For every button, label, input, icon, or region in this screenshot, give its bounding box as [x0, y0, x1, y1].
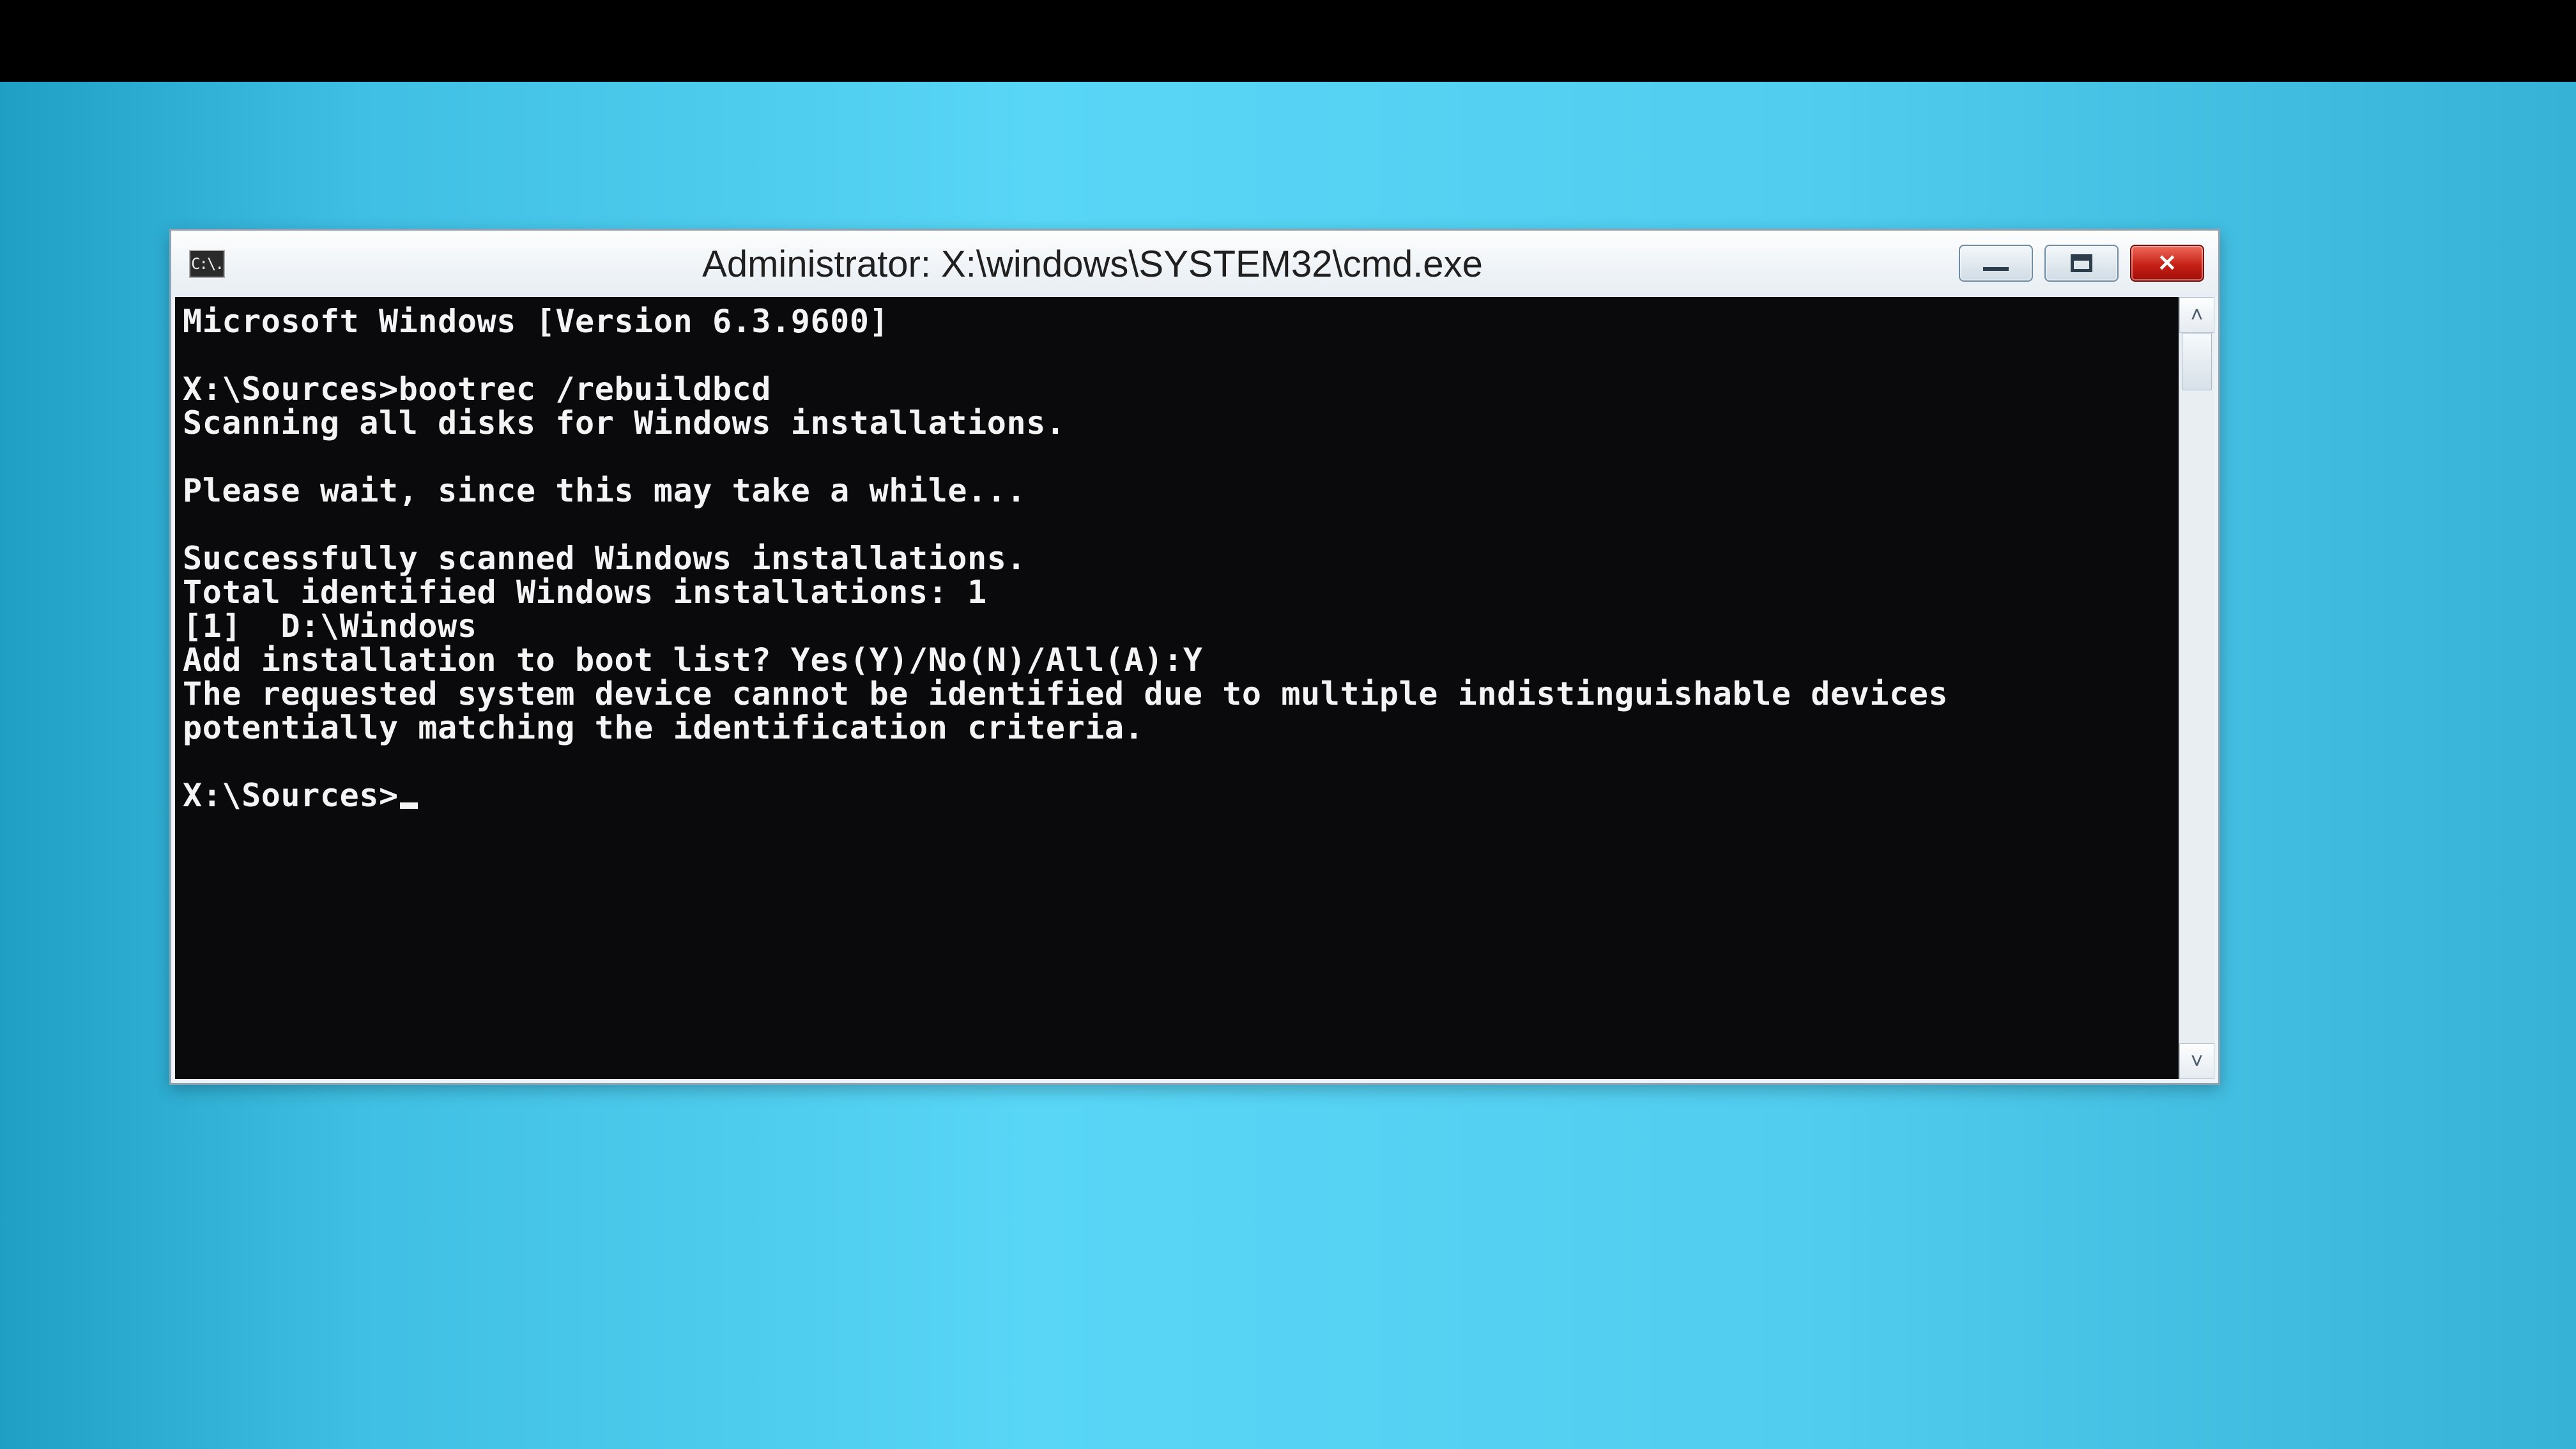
cmd-window: C:\. Administrator: X:\windows\SYSTEM32\…: [169, 229, 2220, 1085]
scrollbar-thumb[interactable]: [2182, 333, 2212, 390]
line-scan: Scanning all disks for Windows installat…: [183, 404, 1066, 441]
close-icon: ✕: [2158, 250, 2177, 277]
scroll-down-button[interactable]: ˅: [2179, 1043, 2214, 1079]
monitor-bezel: C:\. Administrator: X:\windows\SYSTEM32\…: [0, 0, 2576, 1449]
cursor-icon: [400, 802, 418, 809]
line-total: Total identified Windows installations: …: [183, 574, 987, 611]
line-entry: [1] D:\Windows: [183, 608, 477, 645]
line-wait: Please wait, since this may take a while…: [183, 472, 1026, 509]
line-ask: Add installation to boot list? Yes(Y)/No…: [183, 641, 1203, 678]
cmd-icon: C:\.: [189, 250, 225, 278]
line-prompt1: X:\Sources>: [183, 371, 399, 408]
maximize-icon: [2071, 254, 2092, 272]
line-error: The requested system device cannot be id…: [183, 675, 1968, 746]
caption-buttons: ✕: [1959, 245, 2204, 282]
chevron-up-icon: ˄: [2191, 303, 2204, 328]
client-area: Microsoft Windows [Version 6.3.9600] X:\…: [175, 297, 2214, 1079]
line-success: Successfully scanned Windows installatio…: [183, 540, 1026, 577]
scroll-up-button[interactable]: ˄: [2179, 297, 2214, 333]
minimize-icon: [1983, 267, 2009, 271]
maximize-button[interactable]: [2044, 245, 2119, 282]
window-title: Administrator: X:\windows\SYSTEM32\cmd.e…: [243, 243, 1942, 286]
console-output[interactable]: Microsoft Windows [Version 6.3.9600] X:\…: [175, 297, 2179, 1079]
minimize-button[interactable]: [1959, 245, 2033, 282]
line-prompt2: X:\Sources>: [183, 777, 399, 814]
line-command1: bootrec /rebuildbcd: [399, 371, 771, 408]
chevron-down-icon: ˅: [2191, 1049, 2204, 1074]
vertical-scrollbar[interactable]: ˄ ˅: [2179, 297, 2214, 1079]
desktop-background: C:\. Administrator: X:\windows\SYSTEM32\…: [0, 82, 2576, 1449]
scrollbar-track[interactable]: [2179, 333, 2214, 1043]
line-version: Microsoft Windows [Version 6.3.9600]: [183, 303, 889, 340]
titlebar[interactable]: C:\. Administrator: X:\windows\SYSTEM32\…: [171, 231, 2218, 297]
close-button[interactable]: ✕: [2130, 245, 2204, 282]
